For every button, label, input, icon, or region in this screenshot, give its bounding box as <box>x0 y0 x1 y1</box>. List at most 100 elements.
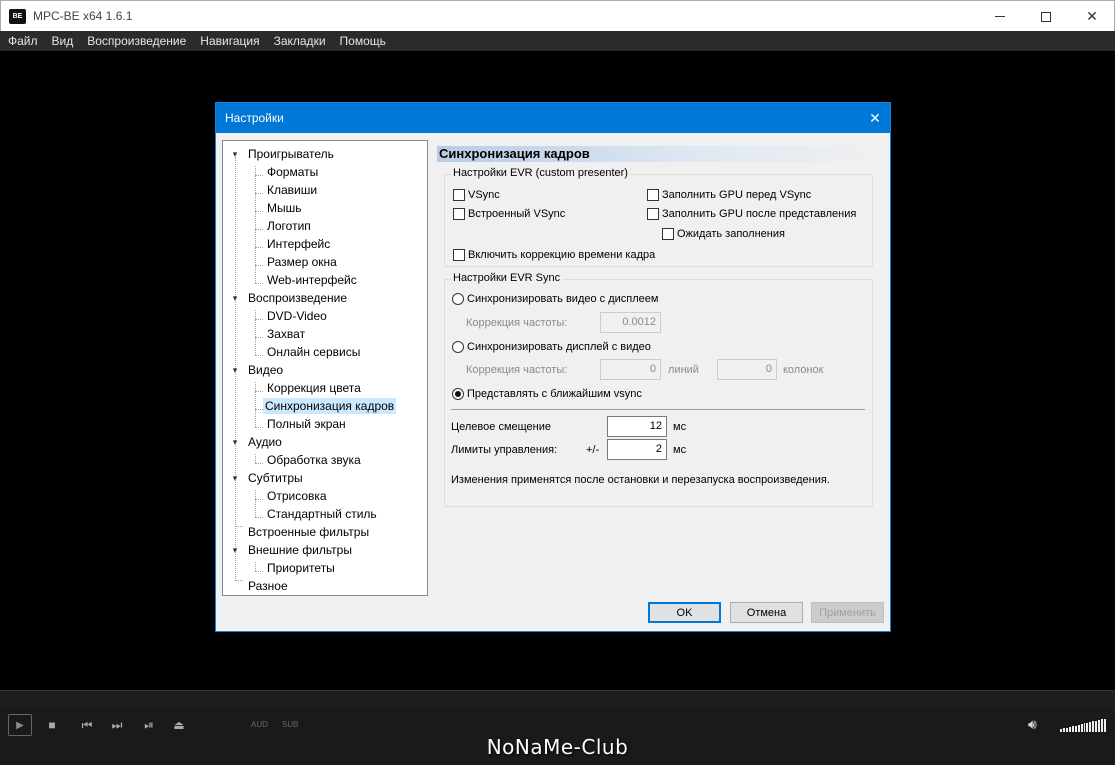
volume-bar <box>1089 722 1092 732</box>
tree-line <box>255 337 263 338</box>
frame-step-icon: ⏯ <box>144 717 154 732</box>
subtitle-track-button[interactable]: SUB <box>282 720 298 729</box>
next-button[interactable]: ⏭ <box>107 717 127 733</box>
menu-bookmarks[interactable]: Закладки <box>274 34 326 48</box>
expand-chevron-icon[interactable]: ▾ <box>230 362 240 378</box>
maximize-button[interactable] <box>1023 1 1069 32</box>
tree-item-video[interactable]: Видео <box>246 362 285 378</box>
volume-bar <box>1101 719 1104 732</box>
previous-button[interactable]: ⏮ <box>77 717 97 733</box>
window-title: MPC-BE x64 1.6.1 <box>33 9 133 23</box>
expand-chevron-icon[interactable]: ▾ <box>230 542 240 558</box>
tree-item-window-size[interactable]: Размер окна <box>265 254 339 270</box>
tree-item-subtitles[interactable]: Субтитры <box>246 470 305 486</box>
target-offset-field[interactable]: 12 <box>607 416 667 437</box>
apply-button[interactable]: Применить <box>811 602 884 623</box>
menu-help[interactable]: Помощь <box>340 34 386 48</box>
tree-item-formats[interactable]: Форматы <box>265 164 320 180</box>
vsync-checkbox[interactable]: VSync <box>453 188 500 202</box>
tree-item-playback[interactable]: Воспроизведение <box>246 290 349 306</box>
play-icon: ▶ <box>16 719 24 731</box>
flush-gpu-after-label: Заполнить GPU после представления <box>662 208 857 220</box>
tree-item-default-style[interactable]: Стандартный стиль <box>265 506 379 522</box>
flush-gpu-after-checkbox[interactable]: Заполнить GPU после представления <box>647 207 856 221</box>
tree-item-misc[interactable]: Разное <box>246 578 290 594</box>
dialog-close-button[interactable]: ✕ <box>860 103 890 133</box>
tree-line <box>255 283 263 284</box>
play-button[interactable]: ▶ <box>8 714 32 736</box>
cancel-button[interactable]: Отмена <box>730 602 803 623</box>
eject-button[interactable]: ⏏ <box>169 717 189 733</box>
watermark: NoNaMe-Club <box>486 735 629 759</box>
volume-bar <box>1068 726 1071 732</box>
tree-line <box>255 175 263 176</box>
ok-button[interactable]: OK <box>648 602 721 623</box>
expand-chevron-icon[interactable]: ▾ <box>230 470 240 486</box>
tree-item-web-interface[interactable]: Web-интерфейс <box>265 272 359 288</box>
minimize-button[interactable] <box>977 1 1023 32</box>
freq-correction-field[interactable]: 0.0012 <box>600 312 661 333</box>
tree-item-interface[interactable]: Интерфейс <box>265 236 332 252</box>
volume-icon[interactable]: 🔊︎ <box>1028 716 1037 733</box>
stop-button[interactable]: ■ <box>42 717 62 733</box>
control-limits-label: Лимиты управления: <box>451 444 558 456</box>
tree-item-rendering[interactable]: Отрисовка <box>265 488 329 504</box>
volume-slider[interactable] <box>1060 718 1106 732</box>
tree-line <box>255 463 263 464</box>
wait-flush-label: Ожидать заполнения <box>677 228 785 240</box>
settings-tree[interactable]: ▾ ▾ ▾ ▾ ▾ ▾ Проигрыватель Форматы Клавиш… <box>222 140 428 596</box>
menu-playback[interactable]: Воспроизведение <box>87 34 186 48</box>
sync-video-to-display-radio[interactable]: Синхронизировать видео с дисплеем <box>452 292 658 306</box>
tree-item-fullscreen[interactable]: Полный экран <box>265 416 348 432</box>
close-button[interactable]: ✕ <box>1069 1 1115 32</box>
seek-bar[interactable] <box>0 690 1115 708</box>
audio-track-button[interactable]: AUD <box>251 720 268 729</box>
tree-item-color-correction[interactable]: Коррекция цвета <box>265 380 363 396</box>
tree-item-audio-processing[interactable]: Обработка звука <box>265 452 363 468</box>
control-limits-prefix: +/- <box>586 444 600 456</box>
tree-item-online-services[interactable]: Онлайн сервисы <box>265 344 362 360</box>
evr-settings-group: Настройки EVR (custom presenter) VSync В… <box>444 167 873 267</box>
control-limits-unit: мс <box>673 444 687 456</box>
tree-item-keys[interactable]: Клавиши <box>265 182 319 198</box>
tree-line <box>255 247 263 248</box>
volume-bar <box>1060 729 1062 732</box>
tree-item-dvd-video[interactable]: DVD-Video <box>265 308 329 324</box>
wait-flush-checkbox[interactable]: Ожидать заполнения <box>662 227 785 241</box>
columns-label: колонок <box>783 364 824 376</box>
tree-item-capture[interactable]: Захват <box>265 326 307 342</box>
tree-item-external-filters[interactable]: Внешние фильтры <box>246 542 354 558</box>
menu-file[interactable]: Файл <box>8 34 38 48</box>
lines-field[interactable]: 0 <box>600 359 661 380</box>
tree-item-mouse[interactable]: Мышь <box>265 200 304 216</box>
menu-view[interactable]: Вид <box>52 34 74 48</box>
tree-line <box>255 265 263 266</box>
tree-item-logo[interactable]: Логотип <box>265 218 313 234</box>
stop-icon: ■ <box>48 718 56 732</box>
checkbox-box-icon <box>453 189 465 201</box>
frame-step-button[interactable]: ⏯ <box>139 717 159 733</box>
expand-chevron-icon[interactable]: ▾ <box>230 146 240 162</box>
present-nearest-vsync-radio[interactable]: Представлять с ближайшим vsync <box>452 387 642 401</box>
sync-display-to-video-radio[interactable]: Синхронизировать дисплей с видео <box>452 340 651 354</box>
expand-chevron-icon[interactable]: ▾ <box>230 290 240 306</box>
tree-line <box>255 310 256 355</box>
checkbox-box-icon <box>647 208 659 220</box>
page-title: Синхронизация кадров <box>437 146 881 162</box>
flush-gpu-before-label: Заполнить GPU перед VSync <box>662 189 812 201</box>
tree-item-internal-filters[interactable]: Встроенные фильтры <box>246 524 371 540</box>
columns-field[interactable]: 0 <box>717 359 777 380</box>
tree-item-audio[interactable]: Аудио <box>246 434 284 450</box>
volume-bar <box>1083 723 1086 732</box>
flush-gpu-before-checkbox[interactable]: Заполнить GPU перед VSync <box>647 188 811 202</box>
tree-item-player[interactable]: Проигрыватель <box>246 146 336 162</box>
builtin-vsync-checkbox[interactable]: Встроенный VSync <box>453 207 565 221</box>
sync-display-to-video-label: Синхронизировать дисплей с видео <box>467 341 651 353</box>
tree-item-frame-sync[interactable]: Синхронизация кадров <box>263 398 397 414</box>
control-limits-field[interactable]: 2 <box>607 439 667 460</box>
frame-time-correction-checkbox[interactable]: Включить коррекцию времени кадра <box>453 248 655 262</box>
volume-bar <box>1062 728 1065 732</box>
tree-item-priorities[interactable]: Приоритеты <box>265 560 337 576</box>
expand-chevron-icon[interactable]: ▾ <box>230 434 240 450</box>
menu-navigation[interactable]: Навигация <box>200 34 259 48</box>
